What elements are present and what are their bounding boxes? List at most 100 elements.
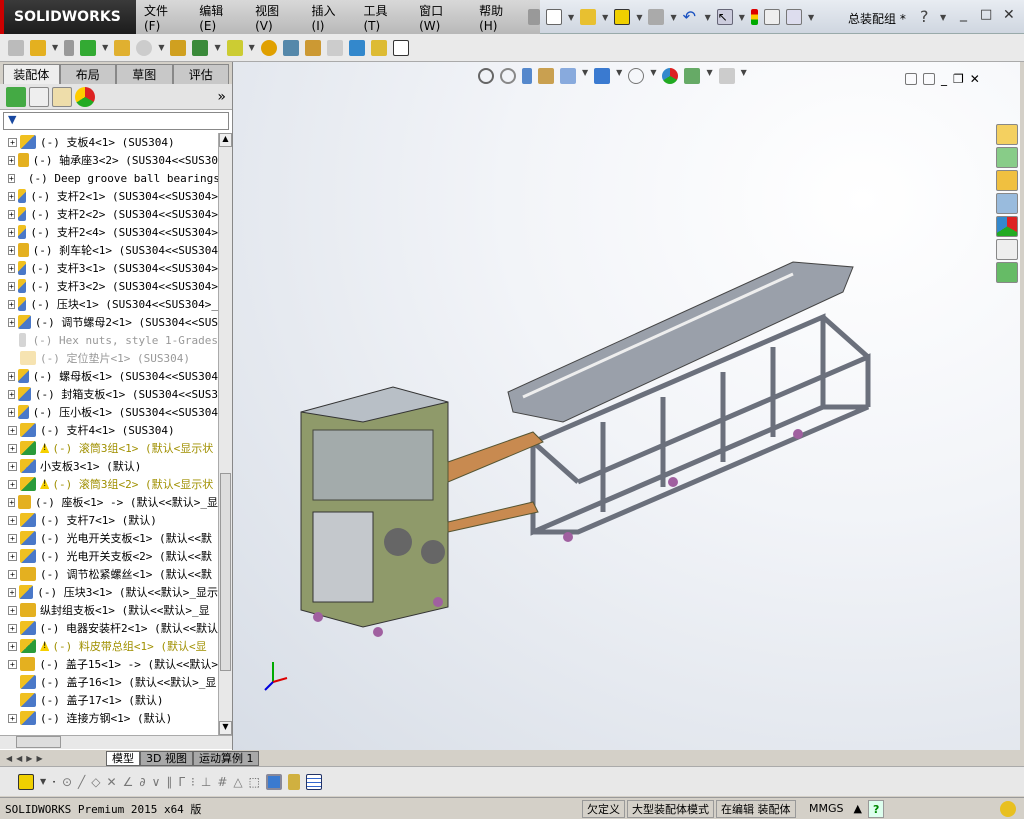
tree-item[interactable]: + (-) 支杆3<1> (SUS304<<SUS304> (0, 259, 218, 277)
expand-icon[interactable] (8, 354, 17, 363)
tree-item[interactable]: + (-) 封箱支板<1> (SUS304<<SUS3 (0, 385, 218, 403)
expand-icon[interactable]: + (8, 533, 17, 543)
triangle-icon[interactable]: △ (233, 775, 242, 789)
expand-icon[interactable]: + (8, 371, 15, 381)
print-icon[interactable] (648, 9, 665, 25)
update-speedpak-icon[interactable] (370, 39, 387, 56)
property-manager-icon[interactable] (29, 86, 49, 107)
expand-icon[interactable] (8, 678, 17, 687)
tree-item[interactable]: + (-) 连接方钢<1> (默认) (0, 709, 218, 727)
tab-sketch[interactable]: 草图 (116, 64, 173, 84)
expand-icon[interactable]: + (8, 551, 17, 561)
new-part-icon[interactable] (30, 39, 46, 56)
table-icon[interactable] (305, 773, 322, 790)
trim-icon[interactable]: ✕ (107, 775, 117, 789)
feature-manager-icon[interactable] (6, 86, 26, 107)
menu-help[interactable]: 帮助(H) (471, 2, 528, 33)
file-properties-icon[interactable] (763, 9, 780, 25)
expand-icon[interactable]: + (8, 245, 15, 255)
tab-model[interactable]: 模型 (106, 750, 140, 766)
expand-icon[interactable]: + (8, 209, 15, 219)
filter-input[interactable]: ▼ (3, 112, 229, 130)
appearances-icon[interactable] (996, 216, 1018, 237)
expand-icon[interactable]: + (8, 281, 15, 291)
tree-item[interactable]: + (-) 支杆3<2> (SUS304<<SUS304> (0, 277, 218, 295)
tree-item[interactable]: + (-) 压小板<1> (SUS304<<SUS304 (0, 403, 218, 421)
help-icon[interactable]: ? (920, 7, 929, 26)
expand-icon[interactable]: + (8, 623, 17, 633)
menu-view[interactable]: 视图(V) (247, 2, 303, 33)
view-palette-icon[interactable] (996, 193, 1018, 214)
graphics-area[interactable] (233, 62, 1020, 750)
tree-item[interactable]: + (-) 电器安装杆2<1> (默认<<默认 (0, 619, 218, 637)
tree-item[interactable]: (-) 盖子17<1> (默认) (0, 691, 218, 709)
tree-item[interactable]: +! (-) 滚筒3组<2> (默认<显示状 (0, 475, 218, 493)
pin-icon[interactable] (528, 9, 540, 25)
wireframe-icon[interactable]: ⬚ (249, 775, 260, 789)
view-settings-icon[interactable] (718, 68, 735, 84)
tree-vertical-scrollbar[interactable]: ▲ ▼ (218, 133, 232, 735)
options-icon[interactable] (785, 9, 802, 25)
explode-line-icon[interactable] (326, 39, 343, 56)
rebuild-sketch-icon[interactable] (18, 773, 34, 790)
traffic-light-icon[interactable] (750, 9, 758, 25)
expand-icon[interactable]: + (8, 497, 16, 507)
tree-item[interactable]: + (-) 光电开关支板<2> (默认<<默 (0, 547, 218, 565)
expand-icon[interactable]: + (8, 569, 17, 579)
tree-item[interactable]: + (-) 压块<1> (SUS304<<SUS304>_ (0, 295, 218, 313)
expand-icon[interactable]: + (8, 443, 17, 453)
expand-icon[interactable]: + (8, 461, 17, 471)
corner-icon[interactable]: Γ (178, 775, 185, 789)
notification-icon[interactable] (1000, 800, 1016, 817)
tile-left-icon[interactable] (905, 73, 917, 85)
viewport-restore-icon[interactable]: ❐ (953, 72, 964, 86)
insert-components-icon[interactable] (8, 39, 24, 56)
expand-icon[interactable]: + (8, 605, 17, 615)
snapshot-icon[interactable] (392, 39, 409, 56)
measure-icon[interactable] (287, 773, 300, 790)
tree-item[interactable]: +! (-) 滚筒3组<1> (默认<显示状 (0, 439, 218, 457)
zoom-to-area-icon[interactable] (500, 68, 516, 84)
instant3d-icon[interactable] (348, 39, 365, 56)
units-dropdown-icon[interactable]: ▲ (850, 800, 866, 818)
tree-item[interactable]: + (-) 支杆2<4> (SUS304<<SUS304> (0, 223, 218, 241)
minimize-icon[interactable]: _ (960, 6, 967, 22)
expand-icon[interactable]: + (8, 515, 17, 525)
select-icon[interactable]: ↖ (716, 9, 733, 25)
expand-icon[interactable]: + (8, 659, 17, 669)
tree-item[interactable]: + (-) 压块3<1> (默认<<默认>_显示 (0, 583, 218, 601)
appearance-icon[interactable] (662, 68, 679, 84)
tree-horizontal-scrollbar[interactable] (0, 735, 232, 749)
offset-icon[interactable]: ∂ (139, 775, 145, 789)
expand-icon[interactable]: + (8, 479, 17, 489)
file-explorer-icon[interactable] (996, 170, 1018, 191)
view-orientation-icon[interactable] (594, 68, 611, 84)
menu-tools[interactable]: 工具(T) (355, 2, 411, 33)
reference-geometry-icon[interactable] (226, 39, 243, 56)
solidworks-forum-icon[interactable] (996, 262, 1018, 283)
expand-icon[interactable] (8, 336, 13, 345)
expand-panel-button[interactable]: » (217, 89, 226, 105)
dotted-icon[interactable]: ⁝ (191, 775, 195, 789)
tab-evaluate[interactable]: 评估 (172, 64, 229, 84)
tab-assembly[interactable]: 装配体 (3, 64, 60, 84)
configuration-manager-icon[interactable] (52, 86, 72, 107)
new-document-icon[interactable] (546, 9, 562, 25)
quick-tips-icon[interactable]: ? (867, 799, 885, 818)
tree-item[interactable]: + (-) 支杆4<1> (SUS304) (0, 421, 218, 439)
grid-icon[interactable]: # (217, 775, 227, 789)
tree-item[interactable]: + 纵封组支板<1> (默认<<默认>_显 (0, 601, 218, 619)
display-manager-icon[interactable] (75, 86, 95, 107)
tab-scroll-arrows[interactable]: ◀◀▶▶ (6, 754, 106, 763)
previous-view-icon[interactable] (522, 68, 532, 84)
tree-item[interactable]: + (-) 座板<1> -> (默认<<默认>_显 (0, 493, 218, 511)
section-view-icon[interactable] (538, 68, 554, 84)
tree-item[interactable]: + (-) 调节螺母2<1> (SUS304<<SUS (0, 313, 218, 331)
tree-item[interactable]: (-) 盖子16<1> (默认<<默认>_显 (0, 673, 218, 691)
line-icon[interactable]: ╱ (78, 775, 85, 789)
exploded-view-icon[interactable] (304, 39, 321, 56)
open-icon[interactable] (580, 9, 597, 25)
mate-icon[interactable] (64, 39, 75, 56)
expand-icon[interactable]: + (8, 713, 17, 723)
scroll-down-button[interactable]: ▼ (219, 721, 232, 735)
